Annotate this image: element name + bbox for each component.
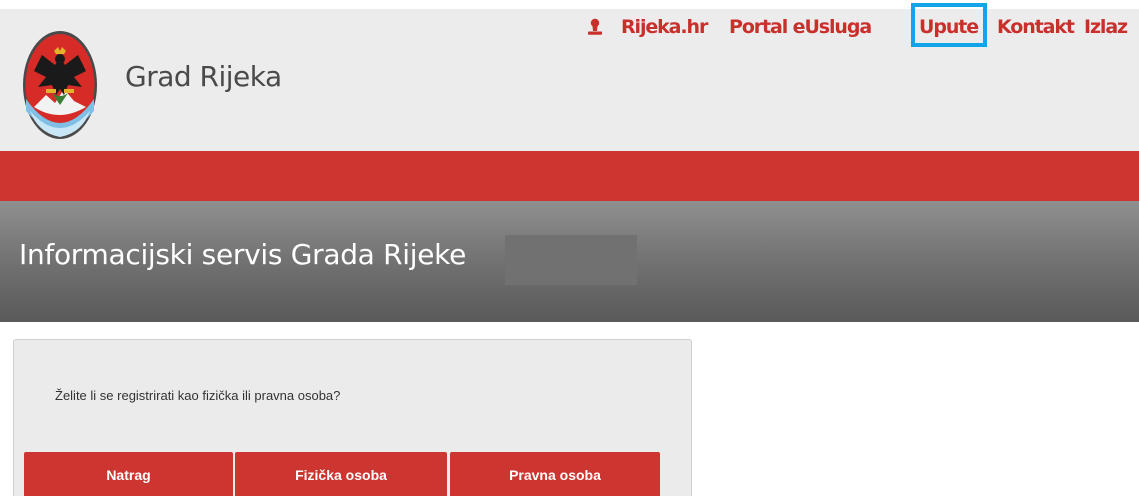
- individual-button[interactable]: Fizička osoba: [235, 452, 447, 496]
- red-band: [0, 151, 1139, 201]
- redacted-area: [505, 235, 637, 285]
- registration-question: Želite li se registrirati kao fizička il…: [55, 388, 341, 403]
- registration-panel: Želite li se registrirati kao fizička il…: [13, 339, 692, 496]
- user-icon[interactable]: [587, 18, 603, 38]
- nav-link-izlaz[interactable]: Izlaz: [1084, 16, 1128, 38]
- page-banner: Informacijski servis Grada Rijeke: [0, 201, 1139, 322]
- back-button[interactable]: Natrag: [24, 452, 233, 496]
- legal-entity-button[interactable]: Pravna osoba: [450, 452, 660, 496]
- nav-link-rijeka-hr[interactable]: Rijeka.hr: [621, 16, 708, 38]
- nav-link-portal-eusluga[interactable]: Portal eUsluga: [729, 16, 872, 38]
- upute-highlight-box: [911, 3, 987, 47]
- top-navigation: Rijeka.hr Portal eUsluga Upute Kontakt I…: [0, 0, 1139, 142]
- nav-link-kontakt[interactable]: Kontakt: [997, 16, 1075, 38]
- page-title: Informacijski servis Grada Rijeke: [19, 238, 467, 271]
